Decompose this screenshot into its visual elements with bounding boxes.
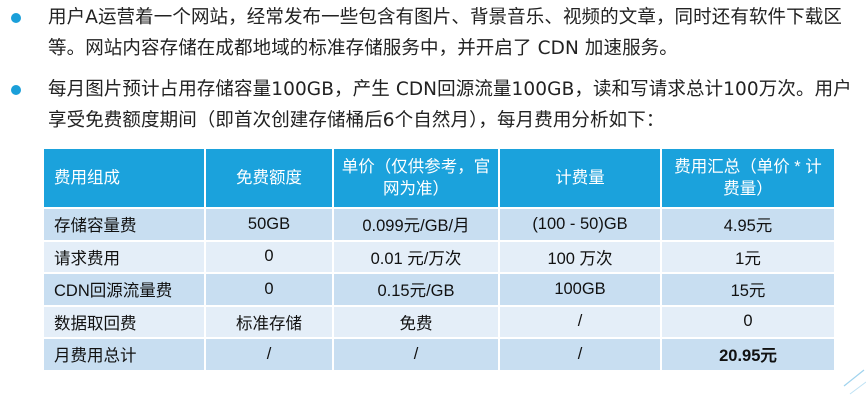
table-cell: 0.099元/GB/月 [333, 208, 500, 242]
bullet-text: 每月图片预计占用存储容量100GB，产生 CDN回源流量100GB，读和写请求总… [48, 79, 852, 131]
table-cell: 100 万次 [499, 240, 662, 274]
table-cell: (100 - 50)GB [499, 208, 662, 242]
header-free-quota: 免费额度 [205, 149, 334, 209]
table-row: 请求费用 0 0.01 元/万次 100 万次 1元 [44, 240, 836, 274]
table-row: 数据取回费 标准存储 免费 / 0 [44, 305, 836, 339]
table-row: 存储容量费 50GB 0.099元/GB/月 (100 - 50)GB 4.95… [44, 208, 836, 242]
table-row: CDN回源流量费 0 0.15元/GB 100GB 15元 [44, 273, 836, 307]
table-cell: CDN回源流量费 [44, 273, 206, 307]
header-billing-amount: 计费量 [499, 149, 662, 209]
table-cell: 标准存储 [205, 305, 334, 339]
table-cell: 0 [205, 273, 334, 307]
table-cell: 存储容量费 [44, 208, 206, 242]
table-cell: / [499, 338, 662, 372]
bullet-text: 用户A运营着一个网站，经常发布一些包含有图片、背景音乐、视频的文章，同时还有软件… [48, 7, 842, 59]
table-cell: 0 [661, 305, 836, 339]
table-cell: 月费用总计 [44, 338, 206, 372]
table-cell: / [205, 338, 334, 372]
table-cell: / [499, 305, 662, 339]
header-cost-summary: 费用汇总（单价 * 计费量） [661, 149, 836, 209]
table-cell: 数据取回费 [44, 305, 206, 339]
table-row-total: 月费用总计 / / / 20.95元 [44, 338, 836, 372]
bullet-dot-icon [11, 13, 21, 23]
table-header-row: 费用组成 免费额度 单价（仅供参考，官网为准） 计费量 费用汇总（单价 * 计费… [44, 149, 836, 209]
header-cost-item: 费用组成 [44, 149, 206, 209]
table-cell: 0.01 元/万次 [333, 240, 500, 274]
table-cell: 100GB [499, 273, 662, 307]
table-cell: 15元 [661, 273, 836, 307]
table-cell: 0.15元/GB [333, 273, 500, 307]
cost-table: 费用组成 免费额度 单价（仅供参考，官网为准） 计费量 费用汇总（单价 * 计费… [44, 149, 836, 372]
table-cell: 50GB [205, 208, 334, 242]
decorative-corner-icon [843, 369, 866, 395]
monthly-total-value: 20.95元 [661, 338, 836, 372]
table-cell: 4.95元 [661, 208, 836, 242]
table-cell: 请求费用 [44, 240, 206, 274]
bullet-dot-icon [11, 85, 21, 95]
table-cell: 0 [205, 240, 334, 274]
table-cell: / [333, 338, 500, 372]
table-cell: 免费 [333, 305, 500, 339]
header-unit-price: 单价（仅供参考，官网为准） [333, 149, 500, 209]
table-cell: 1元 [661, 240, 836, 274]
